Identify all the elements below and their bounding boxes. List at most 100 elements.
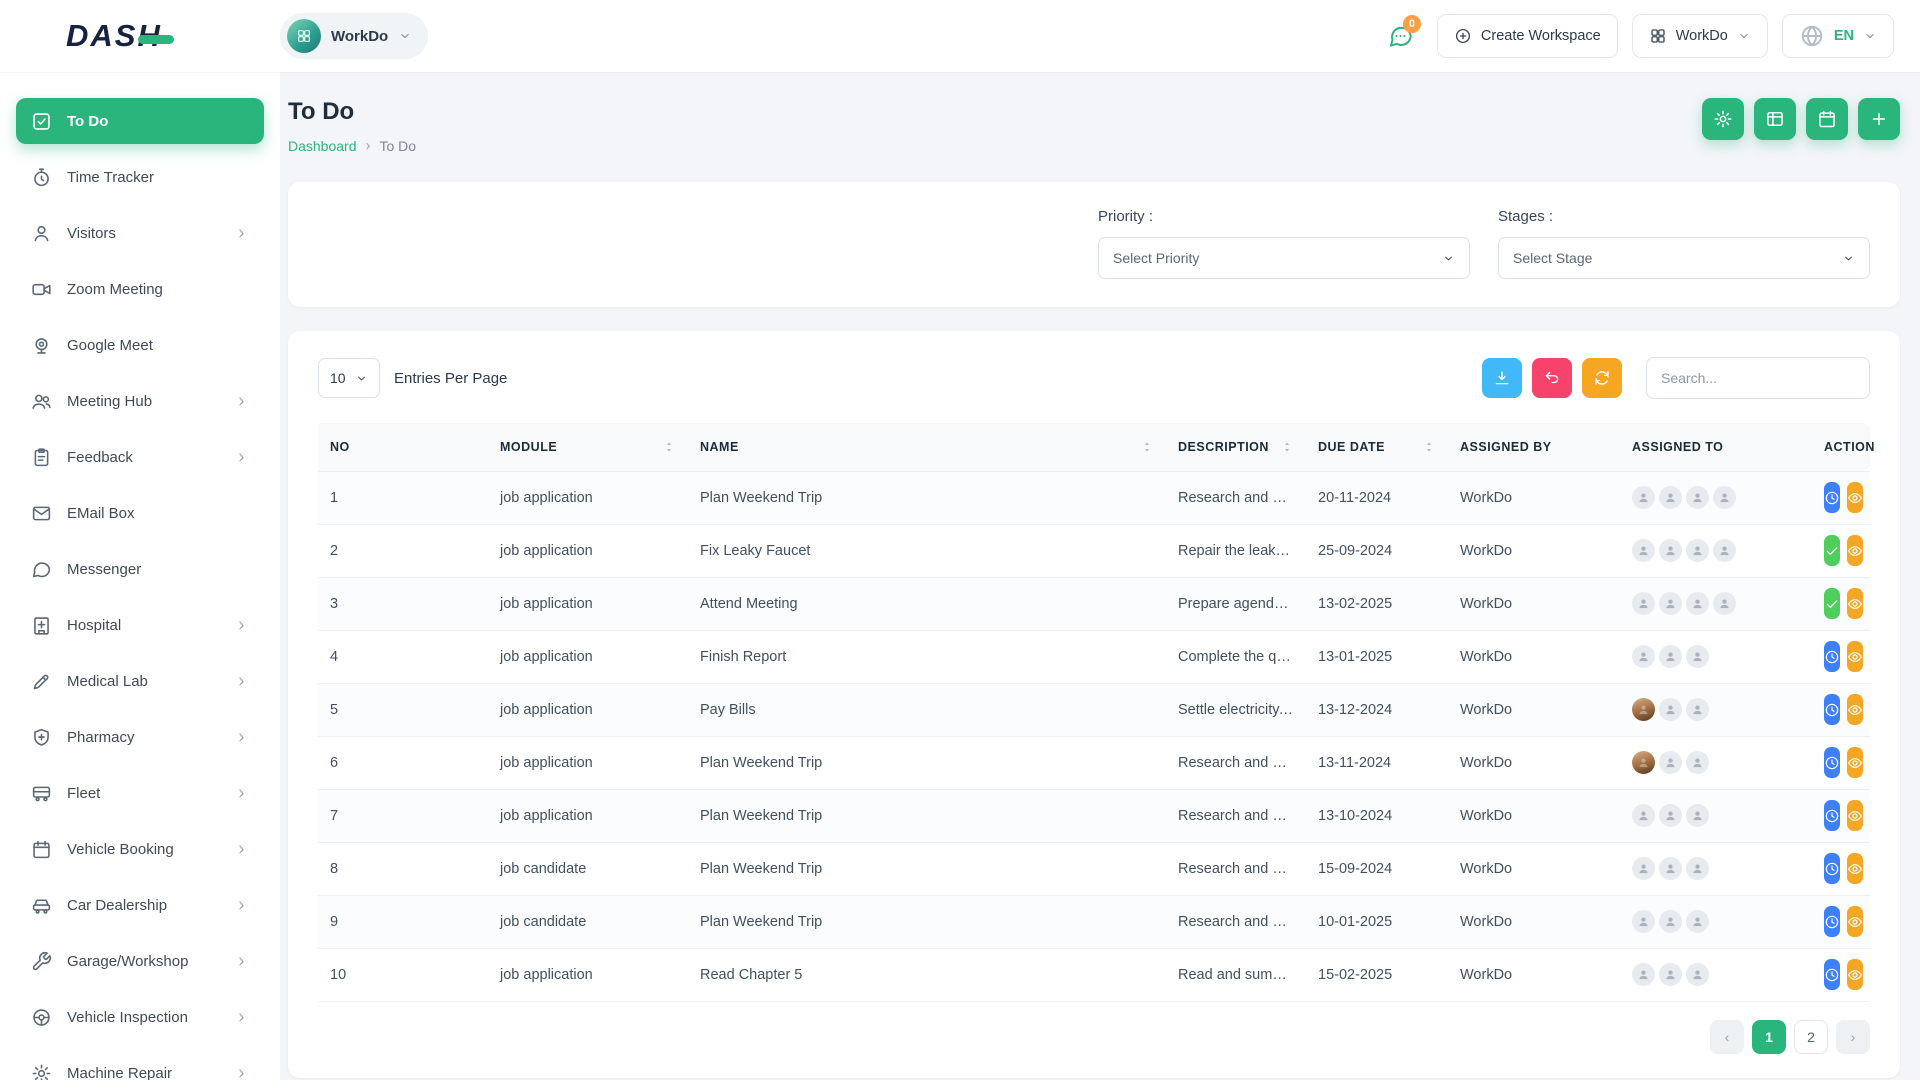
refresh-button[interactable] — [1582, 358, 1622, 398]
calendar-view-button[interactable] — [1806, 98, 1848, 140]
priority-select[interactable]: Select Priority — [1098, 237, 1470, 279]
cell-action — [1812, 948, 1870, 1001]
complete-button[interactable] — [1824, 588, 1840, 619]
priority-filter-group: Priority : Select Priority — [1098, 208, 1470, 279]
settings-button[interactable] — [1702, 98, 1744, 140]
history-button[interactable] — [1824, 641, 1840, 672]
column-header[interactable]: ASSIGNED BY — [1448, 423, 1620, 471]
next-page-button[interactable]: › — [1836, 1020, 1870, 1054]
globe-icon — [1799, 23, 1825, 49]
column-header[interactable]: ASSIGNED TO — [1620, 423, 1812, 471]
cell-module: job candidate — [488, 895, 688, 948]
view-button[interactable] — [1847, 694, 1863, 725]
history-button[interactable] — [1824, 853, 1840, 884]
view-button[interactable] — [1847, 535, 1863, 566]
history-button[interactable] — [1824, 747, 1840, 778]
sidebar-item[interactable]: Meeting Hub — [16, 378, 264, 424]
sidebar-item[interactable]: Time Tracker — [16, 154, 264, 200]
sidebar-item[interactable]: Feedback — [16, 434, 264, 480]
language-selector[interactable]: EN — [1782, 14, 1894, 58]
sidebar-item[interactable]: Visitors — [16, 210, 264, 256]
stages-filter-group: Stages : Select Stage — [1498, 208, 1870, 279]
sidebar-item[interactable]: Messenger — [16, 546, 264, 592]
view-button[interactable] — [1847, 588, 1863, 619]
priority-filter-label: Priority : — [1098, 208, 1470, 225]
sidebar-item[interactable]: Garage/Workshop — [16, 938, 264, 984]
table-row: 6 job application Plan Weekend Trip Rese… — [318, 736, 1870, 789]
sidebar-item[interactable]: Hospital — [16, 602, 264, 648]
export-button[interactable] — [1482, 358, 1522, 398]
history-button[interactable] — [1824, 959, 1840, 990]
history-button[interactable] — [1824, 800, 1840, 831]
page-header: To Do Dashboard › To Do — [288, 98, 1900, 154]
sidebar-item[interactable]: EMail Box — [16, 490, 264, 536]
todo-table-card: 10 Entries Per Page — [288, 331, 1900, 1078]
sidebar-item[interactable]: To Do — [16, 98, 264, 144]
sidebar-menu: To Do Time Tracker Visitors Z — [16, 98, 264, 1080]
cell-assigned-to — [1620, 524, 1812, 577]
view-button[interactable] — [1847, 959, 1863, 990]
sidebar-item[interactable]: Vehicle Booking — [16, 826, 264, 872]
view-button[interactable] — [1847, 853, 1863, 884]
cell-module: job application — [488, 471, 688, 524]
cell-description: Research and plan a weekend getaway to t… — [1166, 736, 1306, 789]
chevron-right-icon — [234, 226, 249, 241]
column-header[interactable]: NAME — [688, 423, 1166, 471]
sidebar-item[interactable]: Vehicle Inspection — [16, 994, 264, 1040]
sidebar-item[interactable]: Fleet — [16, 770, 264, 816]
view-button[interactable] — [1847, 747, 1863, 778]
table-row: 2 job application Fix Leaky Faucet Repai… — [318, 524, 1870, 577]
sort-icon[interactable] — [1140, 440, 1154, 454]
cell-due-date: 13-02-2025 — [1306, 577, 1448, 630]
sidebar-item[interactable]: Medical Lab — [16, 658, 264, 704]
workspace-selector[interactable]: WorkDo — [280, 13, 428, 59]
reset-filter-button[interactable] — [1532, 358, 1572, 398]
assignee-avatar — [1686, 804, 1709, 827]
create-workspace-button[interactable]: Create Workspace — [1437, 14, 1618, 58]
add-todo-button[interactable] — [1858, 98, 1900, 140]
search-input[interactable] — [1646, 357, 1870, 399]
sidebar-item[interactable]: Machine Repair — [16, 1050, 264, 1080]
table-body: 1 job application Plan Weekend Trip Rese… — [318, 471, 1870, 1001]
stage-select[interactable]: Select Stage — [1498, 237, 1870, 279]
view-button[interactable] — [1847, 482, 1863, 513]
table-row: 3 job application Attend Meeting Prepare… — [318, 577, 1870, 630]
sidebar-item[interactable]: Google Meet — [16, 322, 264, 368]
cell-assigned-by: WorkDo — [1448, 683, 1620, 736]
column-header[interactable]: DESCRIPTION — [1166, 423, 1306, 471]
workdo-menu-button[interactable]: WorkDo — [1632, 14, 1768, 58]
column-header[interactable]: NO — [318, 423, 488, 471]
workspace-name: WorkDo — [331, 28, 388, 45]
breadcrumb: Dashboard › To Do — [288, 137, 416, 154]
entries-per-page-select[interactable]: 10 — [318, 358, 380, 398]
cell-module: job application — [488, 683, 688, 736]
cell-due-date: 13-10-2024 — [1306, 789, 1448, 842]
complete-button[interactable] — [1824, 535, 1840, 566]
column-header[interactable]: MODULE — [488, 423, 688, 471]
history-button[interactable] — [1824, 694, 1840, 725]
sort-icon[interactable] — [1280, 440, 1294, 454]
column-header[interactable]: ACTION — [1812, 423, 1870, 471]
chevron-down-icon — [355, 372, 368, 385]
sort-icon[interactable] — [662, 440, 676, 454]
page-2-button[interactable]: 2 — [1794, 1020, 1828, 1054]
sidebar-item[interactable]: Pharmacy — [16, 714, 264, 760]
view-button[interactable] — [1847, 906, 1863, 937]
history-button[interactable] — [1824, 906, 1840, 937]
sidebar-item-label: Messenger — [67, 561, 141, 578]
messages-button[interactable]: 0 — [1379, 14, 1423, 58]
sidebar-item[interactable]: Car Dealership — [16, 882, 264, 928]
sort-icon[interactable] — [1422, 440, 1436, 454]
view-button[interactable] — [1847, 800, 1863, 831]
layout-view-button[interactable] — [1754, 98, 1796, 140]
breadcrumb-dashboard-link[interactable]: Dashboard — [288, 138, 357, 154]
history-button[interactable] — [1824, 482, 1840, 513]
page-1-button[interactable]: 1 — [1752, 1020, 1786, 1054]
page-title: To Do — [288, 98, 416, 126]
brand-logo[interactable]: DASH — [0, 18, 280, 54]
sidebar-item[interactable]: Zoom Meeting — [16, 266, 264, 312]
column-header[interactable]: DUE DATE — [1306, 423, 1448, 471]
assignee-avatar — [1659, 539, 1682, 562]
view-button[interactable] — [1847, 641, 1863, 672]
prev-page-button[interactable]: ‹ — [1710, 1020, 1744, 1054]
